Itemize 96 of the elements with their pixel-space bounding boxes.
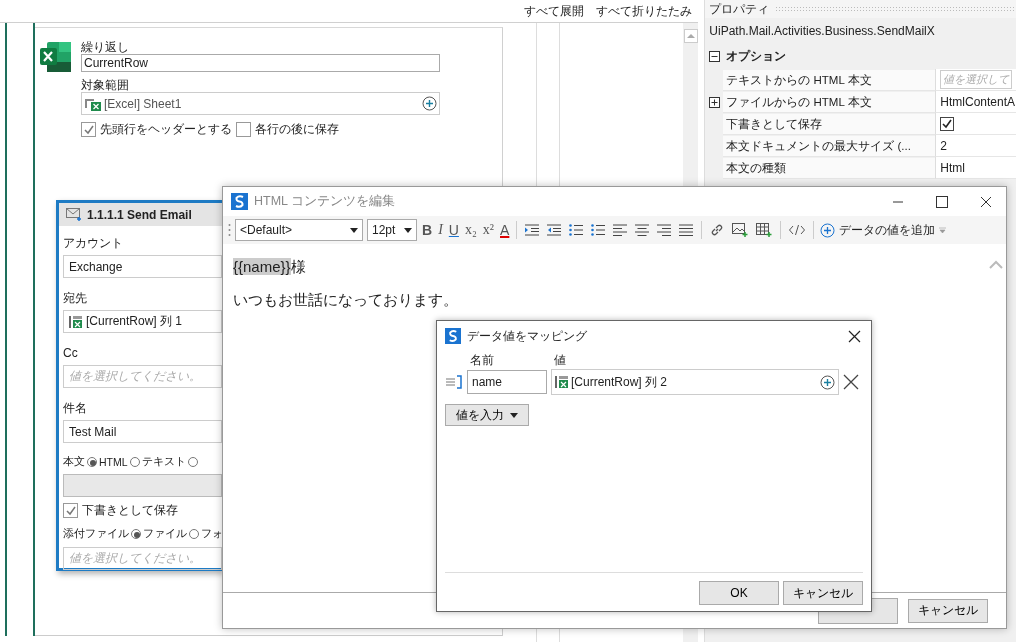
panel-title: プロパティ (709, 0, 770, 18)
add-data-value-button[interactable]: データの値を追加 (820, 221, 936, 239)
property-name: 本文の種類 (723, 157, 936, 179)
spreadsheet-icon (39, 40, 73, 74)
radio-label: HTML (99, 456, 128, 468)
field-label: 本文 (63, 455, 85, 469)
field-label: Cc (63, 346, 79, 360)
field-label: 宛先 (63, 291, 88, 305)
field-label: アカウント (63, 236, 124, 250)
spreadsheet-column-icon (555, 375, 569, 389)
expand-all-link[interactable]: すべて展開 (524, 3, 585, 19)
value-field[interactable]: [CurrentRow] 列 2 (551, 369, 839, 395)
app-logo-icon (445, 328, 461, 344)
cancel-button[interactable]: キャンセル (908, 598, 988, 623)
enter-value-button[interactable]: 値を入力 (445, 404, 529, 426)
collapse-all-link[interactable]: すべて折りたたみ (596, 3, 693, 19)
radio-button[interactable] (87, 457, 97, 467)
radio-label: フォ (201, 527, 223, 541)
overflow-icon[interactable] (939, 227, 947, 233)
checkbox-label: 下書きとして保存 (82, 502, 178, 519)
dialog-title: データ値をマッピング (467, 327, 587, 345)
ok-button[interactable]: OK (699, 581, 779, 605)
property-name: 下書きとして保存 (723, 113, 936, 135)
checkbox[interactable] (940, 116, 955, 131)
range-field[interactable]: [Excel] Sheet1 (81, 92, 440, 115)
drag-handle-icon[interactable] (445, 374, 463, 390)
align-left-icon[interactable] (613, 224, 628, 236)
body-paragraph: {{name}}様 (233, 258, 307, 277)
loop-label: 繰り返し (81, 40, 130, 54)
maximize-icon[interactable] (936, 195, 948, 208)
align-justify-icon[interactable] (679, 224, 694, 236)
add-icon (820, 222, 836, 238)
numbered-list-icon[interactable] (591, 224, 606, 236)
close-icon[interactable] (848, 329, 861, 343)
checkbox[interactable] (81, 122, 96, 137)
radio-button[interactable] (129, 457, 140, 467)
property-name: テキストからの HTML 本文 (723, 69, 936, 91)
checkbox[interactable] (236, 122, 251, 137)
align-right-icon[interactable] (657, 224, 672, 236)
window-title: HTML コンテンツを編集 (254, 193, 396, 210)
checkbox-label: 先頭行をヘッダーとする (100, 121, 232, 138)
size-dropdown[interactable]: 12pt (367, 219, 417, 241)
align-center-icon[interactable] (635, 224, 650, 236)
link-icon[interactable] (710, 223, 725, 237)
radio-label: テキスト (141, 455, 186, 469)
add-icon[interactable] (820, 374, 835, 390)
indent-icon[interactable] (525, 224, 540, 236)
caret-icon (510, 412, 518, 418)
checkbox-label: 各行の後に保存 (255, 121, 339, 138)
property-name: ファイルからの HTML 本文 (723, 91, 936, 113)
caret-icon (404, 227, 412, 233)
checkbox[interactable] (63, 503, 78, 518)
color-button[interactable]: A (499, 222, 511, 238)
add-icon[interactable] (422, 96, 437, 111)
close-icon[interactable] (980, 195, 992, 208)
input-field[interactable]: Exchange (63, 255, 222, 278)
caret-icon (350, 227, 358, 233)
grip-icon[interactable] (228, 223, 231, 237)
input-field[interactable]: [CurrentRow] 列 1 (63, 310, 222, 333)
spreadsheet-column-icon (69, 314, 83, 329)
outdent-icon[interactable] (547, 224, 562, 236)
card-title: 1.1.1.1 Send Email (87, 207, 192, 222)
loop-field[interactable]: CurrentRow (81, 54, 440, 72)
collapse-icon[interactable] (709, 51, 721, 62)
bullet-list-icon[interactable] (569, 224, 584, 236)
underline-button[interactable]: U (447, 222, 460, 238)
range-label: 対象範囲 (81, 78, 130, 92)
code-icon[interactable] (789, 224, 806, 236)
bold-button[interactable]: B (421, 222, 434, 238)
class-name: UiPath.Mail.Activities.Business.SendMailX (708, 23, 936, 40)
italic-button[interactable]: I (437, 222, 444, 238)
input-field[interactable]: Test Mail (63, 420, 222, 443)
spreadsheet-icon (84, 96, 102, 111)
field-label: 添付ファイル (63, 527, 129, 541)
name-field[interactable]: name (467, 370, 547, 394)
expand-icon[interactable] (708, 96, 720, 108)
column-header: 値 (554, 351, 566, 369)
field-label: 件名 (63, 401, 88, 415)
delete-icon[interactable] (843, 374, 859, 390)
category-label: オプション (726, 48, 787, 65)
property-name: 本文ドキュメントの最大サイズ (... (723, 135, 936, 157)
envelope-icon (66, 208, 82, 221)
radio-button[interactable] (187, 457, 198, 467)
subscript-button[interactable]: x₂ (463, 222, 478, 238)
body-paragraph: いつもお世話になっております。 (233, 291, 459, 310)
radio-button[interactable] (189, 529, 199, 539)
image-icon[interactable] (732, 223, 749, 237)
column-header: 名前 (470, 351, 495, 369)
property-value[interactable]: 2 (940, 138, 947, 153)
superscript-button[interactable]: x² (481, 222, 495, 238)
app-logo-icon (231, 193, 248, 210)
cancel-button[interactable]: キャンセル (783, 581, 863, 605)
table-icon[interactable] (756, 223, 773, 237)
radio-label: ファイル (143, 527, 187, 541)
radio-button[interactable] (131, 529, 141, 539)
font-dropdown[interactable]: <Default> (235, 219, 363, 241)
